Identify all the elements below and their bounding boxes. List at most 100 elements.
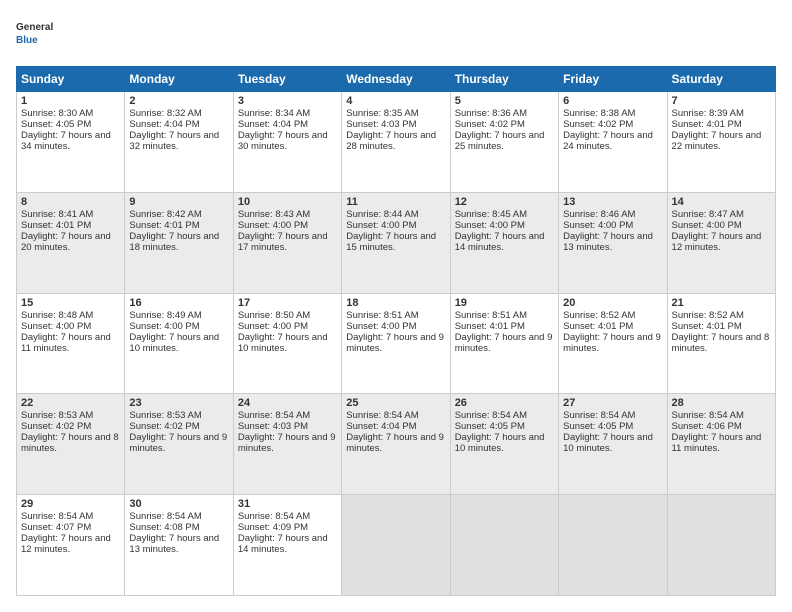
sunrise: Sunrise: 8:54 AM	[346, 410, 418, 421]
calendar-cell: 15Sunrise: 8:48 AMSunset: 4:00 PMDayligh…	[17, 293, 125, 394]
sunset: Sunset: 4:04 PM	[238, 119, 308, 130]
daylight: Daylight: 7 hours and 8 minutes.	[672, 332, 770, 354]
weekday-header-friday: Friday	[559, 67, 667, 92]
sunrise: Sunrise: 8:34 AM	[238, 108, 310, 119]
calendar-cell: 22Sunrise: 8:53 AMSunset: 4:02 PMDayligh…	[17, 394, 125, 495]
sunset: Sunset: 4:01 PM	[129, 220, 199, 231]
daylight: Daylight: 7 hours and 8 minutes.	[21, 432, 119, 454]
daylight: Daylight: 7 hours and 9 minutes.	[563, 332, 661, 354]
sunset: Sunset: 4:00 PM	[563, 220, 633, 231]
daylight: Daylight: 7 hours and 10 minutes.	[238, 332, 328, 354]
day-number: 13	[563, 196, 662, 208]
sunrise: Sunrise: 8:50 AM	[238, 310, 310, 321]
calendar-cell: 14Sunrise: 8:47 AMSunset: 4:00 PMDayligh…	[667, 192, 775, 293]
daylight: Daylight: 7 hours and 32 minutes.	[129, 130, 219, 152]
sunset: Sunset: 4:02 PM	[21, 421, 91, 432]
calendar-cell: 20Sunrise: 8:52 AMSunset: 4:01 PMDayligh…	[559, 293, 667, 394]
svg-text:Blue: Blue	[16, 35, 38, 46]
sunrise: Sunrise: 8:42 AM	[129, 209, 201, 220]
calendar-cell: 23Sunrise: 8:53 AMSunset: 4:02 PMDayligh…	[125, 394, 233, 495]
day-number: 25	[346, 397, 445, 409]
day-number: 28	[672, 397, 771, 409]
sunrise: Sunrise: 8:54 AM	[129, 511, 201, 522]
daylight: Daylight: 7 hours and 9 minutes.	[238, 432, 336, 454]
daylight: Daylight: 7 hours and 9 minutes.	[346, 432, 444, 454]
sunset: Sunset: 4:00 PM	[346, 220, 416, 231]
sunrise: Sunrise: 8:54 AM	[455, 410, 527, 421]
daylight: Daylight: 7 hours and 11 minutes.	[672, 432, 762, 454]
sunrise: Sunrise: 8:44 AM	[346, 209, 418, 220]
logo: General Blue	[16, 16, 76, 56]
day-number: 16	[129, 297, 228, 309]
sunset: Sunset: 4:01 PM	[672, 321, 742, 332]
weekday-header-wednesday: Wednesday	[342, 67, 450, 92]
daylight: Daylight: 7 hours and 14 minutes.	[455, 231, 545, 253]
day-number: 23	[129, 397, 228, 409]
sunrise: Sunrise: 8:54 AM	[238, 410, 310, 421]
sunset: Sunset: 4:03 PM	[238, 421, 308, 432]
sunset: Sunset: 4:02 PM	[563, 119, 633, 130]
calendar-table: SundayMondayTuesdayWednesdayThursdayFrid…	[16, 66, 776, 596]
daylight: Daylight: 7 hours and 11 minutes.	[21, 332, 111, 354]
sunrise: Sunrise: 8:45 AM	[455, 209, 527, 220]
daylight: Daylight: 7 hours and 17 minutes.	[238, 231, 328, 253]
header: General Blue	[16, 16, 776, 56]
day-number: 22	[21, 397, 120, 409]
daylight: Daylight: 7 hours and 12 minutes.	[672, 231, 762, 253]
sunrise: Sunrise: 8:51 AM	[455, 310, 527, 321]
calendar-cell: 7Sunrise: 8:39 AMSunset: 4:01 PMDaylight…	[667, 92, 775, 193]
weekday-header-thursday: Thursday	[450, 67, 558, 92]
daylight: Daylight: 7 hours and 10 minutes.	[563, 432, 653, 454]
sunrise: Sunrise: 8:54 AM	[21, 511, 93, 522]
calendar-cell: 30Sunrise: 8:54 AMSunset: 4:08 PMDayligh…	[125, 495, 233, 596]
daylight: Daylight: 7 hours and 14 minutes.	[238, 533, 328, 555]
sunrise: Sunrise: 8:38 AM	[563, 108, 635, 119]
daylight: Daylight: 7 hours and 10 minutes.	[129, 332, 219, 354]
calendar-cell	[450, 495, 558, 596]
calendar-cell: 12Sunrise: 8:45 AMSunset: 4:00 PMDayligh…	[450, 192, 558, 293]
calendar-page: General Blue SundayMondayTuesdayWednesda…	[0, 0, 792, 612]
day-number: 18	[346, 297, 445, 309]
day-number: 27	[563, 397, 662, 409]
sunset: Sunset: 4:02 PM	[129, 421, 199, 432]
daylight: Daylight: 7 hours and 20 minutes.	[21, 231, 111, 253]
calendar-cell: 21Sunrise: 8:52 AMSunset: 4:01 PMDayligh…	[667, 293, 775, 394]
day-number: 3	[238, 95, 337, 107]
week-row-1: 1Sunrise: 8:30 AMSunset: 4:05 PMDaylight…	[17, 92, 776, 193]
calendar-cell: 17Sunrise: 8:50 AMSunset: 4:00 PMDayligh…	[233, 293, 341, 394]
sunset: Sunset: 4:01 PM	[455, 321, 525, 332]
daylight: Daylight: 7 hours and 10 minutes.	[455, 432, 545, 454]
week-row-2: 8Sunrise: 8:41 AMSunset: 4:01 PMDaylight…	[17, 192, 776, 293]
weekday-header-saturday: Saturday	[667, 67, 775, 92]
calendar-cell: 2Sunrise: 8:32 AMSunset: 4:04 PMDaylight…	[125, 92, 233, 193]
sunrise: Sunrise: 8:46 AM	[563, 209, 635, 220]
calendar-cell: 9Sunrise: 8:42 AMSunset: 4:01 PMDaylight…	[125, 192, 233, 293]
day-number: 20	[563, 297, 662, 309]
daylight: Daylight: 7 hours and 12 minutes.	[21, 533, 111, 555]
week-row-4: 22Sunrise: 8:53 AMSunset: 4:02 PMDayligh…	[17, 394, 776, 495]
weekday-header-tuesday: Tuesday	[233, 67, 341, 92]
day-number: 19	[455, 297, 554, 309]
daylight: Daylight: 7 hours and 15 minutes.	[346, 231, 436, 253]
day-number: 6	[563, 95, 662, 107]
calendar-cell: 18Sunrise: 8:51 AMSunset: 4:00 PMDayligh…	[342, 293, 450, 394]
daylight: Daylight: 7 hours and 22 minutes.	[672, 130, 762, 152]
daylight: Daylight: 7 hours and 34 minutes.	[21, 130, 111, 152]
sunrise: Sunrise: 8:53 AM	[129, 410, 201, 421]
day-number: 2	[129, 95, 228, 107]
daylight: Daylight: 7 hours and 25 minutes.	[455, 130, 545, 152]
sunrise: Sunrise: 8:51 AM	[346, 310, 418, 321]
calendar-cell: 28Sunrise: 8:54 AMSunset: 4:06 PMDayligh…	[667, 394, 775, 495]
daylight: Daylight: 7 hours and 18 minutes.	[129, 231, 219, 253]
daylight: Daylight: 7 hours and 9 minutes.	[455, 332, 553, 354]
calendar-cell: 26Sunrise: 8:54 AMSunset: 4:05 PMDayligh…	[450, 394, 558, 495]
daylight: Daylight: 7 hours and 24 minutes.	[563, 130, 653, 152]
sunrise: Sunrise: 8:52 AM	[563, 310, 635, 321]
day-number: 29	[21, 498, 120, 510]
calendar-cell	[559, 495, 667, 596]
sunrise: Sunrise: 8:49 AM	[129, 310, 201, 321]
day-number: 30	[129, 498, 228, 510]
day-number: 5	[455, 95, 554, 107]
day-number: 14	[672, 196, 771, 208]
sunset: Sunset: 4:01 PM	[672, 119, 742, 130]
